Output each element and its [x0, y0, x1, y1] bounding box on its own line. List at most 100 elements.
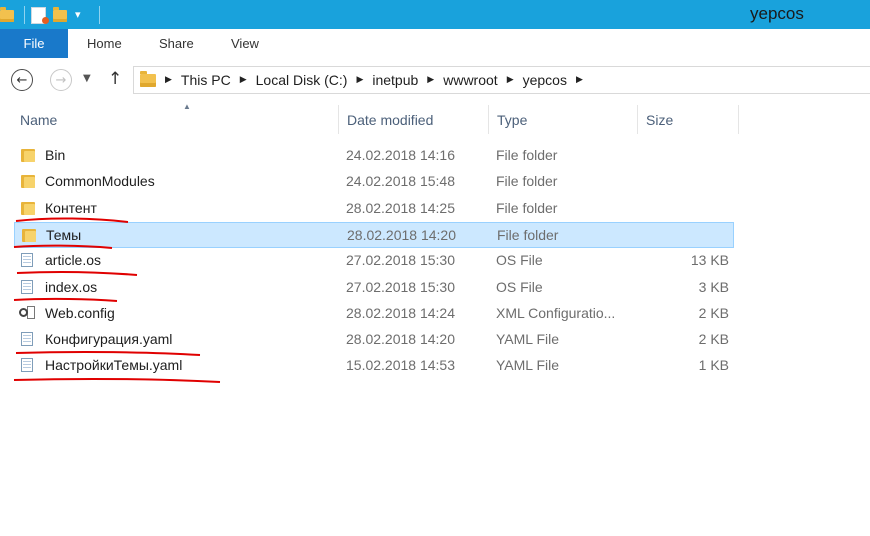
folder-icon [140, 70, 156, 87]
file-name: Bin [45, 147, 66, 163]
breadcrumb-chevron-icon[interactable]: ▶ [356, 75, 363, 85]
ribbon-tabs: File Home Share View [0, 29, 870, 59]
file-row[interactable]: index.os 27.02.2018 15:30 OS File 3 KB [14, 275, 734, 301]
file-date-modified: 24.02.2018 15:48 [346, 173, 455, 189]
file-row[interactable]: Конфигурация.yaml 28.02.2018 14:20 YAML Fi… [14, 327, 734, 353]
file-type: OS File [496, 252, 543, 268]
file-row[interactable]: Темы 28.02.2018 14:20 File folder [14, 222, 734, 248]
column-header-label: Name [20, 111, 58, 128]
properties-icon[interactable] [31, 7, 49, 24]
file-icon [19, 331, 35, 347]
breadcrumb-wwwroot[interactable]: wwwroot [443, 72, 497, 88]
file-name: Конфигурация.yaml [45, 331, 173, 347]
file-date-modified: 28.02.2018 14:24 [346, 305, 455, 321]
folder-icon[interactable] [0, 7, 16, 23]
file-name-cell: НастройкиТемы.yaml [19, 353, 182, 377]
file-date-modified: 28.02.2018 14:20 [346, 331, 455, 347]
file-name: Контент [45, 200, 97, 216]
file-icon [19, 279, 35, 295]
file-size: 2 KB [698, 305, 729, 321]
file-icon [19, 252, 35, 268]
file-row[interactable]: НастройкиТемы.yaml 15.02.2018 14:53 YAML F… [14, 353, 734, 379]
file-name-cell: article.os [19, 248, 101, 272]
breadcrumb-chevron-icon[interactable]: ▶ [240, 75, 247, 85]
file-name: index.os [45, 279, 98, 295]
file-date-modified: 24.02.2018 14:16 [346, 147, 455, 163]
column-header-size[interactable]: Size [638, 105, 739, 134]
file-type: YAML File [496, 331, 560, 347]
file-type: YAML File [496, 357, 560, 373]
window-title: yepcos [750, 4, 804, 23]
file-row[interactable]: article.os 27.02.2018 15:30 OS File 13 KB [14, 248, 734, 274]
file-type: File folder [496, 173, 558, 189]
breadcrumb-yepcos[interactable]: yepcos [523, 72, 567, 88]
file-date-modified: 27.02.2018 15:30 [346, 252, 455, 268]
quick-access-toolbar: ▾ [0, 3, 106, 27]
file-date-modified: 27.02.2018 15:30 [346, 279, 455, 295]
file-size: 1 KB [698, 357, 729, 373]
file-date-modified: 15.02.2018 14:53 [346, 357, 455, 373]
file-name: CommonModules [45, 173, 155, 189]
file-row[interactable]: Контент 28.02.2018 14:25 File folder [14, 196, 734, 222]
file-type: File folder [496, 200, 558, 216]
file-type: XML Configuratio... [496, 305, 616, 321]
file-name-cell: Web.config [19, 301, 115, 325]
new-folder-icon[interactable] [53, 7, 69, 23]
file-name: Темы [46, 227, 82, 243]
file-name-cell: Bin [19, 143, 65, 167]
column-header-date[interactable]: Date modified [339, 105, 489, 134]
file-size: 2 KB [698, 331, 729, 347]
folder-icon [19, 200, 35, 216]
file-date-modified: 28.02.2018 14:20 [347, 227, 456, 243]
file-name-cell: Темы [20, 223, 81, 247]
breadcrumb-local-disk[interactable]: Local Disk (C:) [256, 72, 348, 88]
file-name: article.os [45, 252, 102, 268]
file-row[interactable]: Bin 24.02.2018 14:16 File folder [14, 143, 734, 169]
file-name: НастройкиТемы.yaml [45, 357, 183, 373]
breadcrumb-chevron-icon[interactable]: ▶ [576, 75, 583, 85]
tab-view[interactable]: View [231, 29, 259, 58]
file-name-cell: Конфигурация.yaml [19, 327, 172, 351]
file-name-cell: Контент [19, 196, 97, 220]
tab-share[interactable]: Share [159, 29, 194, 58]
file-type: File folder [497, 227, 559, 243]
column-header-name[interactable]: Name ▲ [12, 102, 339, 134]
column-header-label: Type [497, 111, 528, 128]
file-name: Web.config [45, 305, 115, 321]
breadcrumb-this-pc[interactable]: This PC [181, 72, 231, 88]
breadcrumb-inetpub[interactable]: inetpub [372, 72, 418, 88]
folder-icon [19, 173, 35, 189]
navigation-bar: ← → ▼ ↑ ▶ This PC ▶ Local Disk (C:) ▶ in… [0, 58, 870, 102]
file-row[interactable]: CommonModules 24.02.2018 15:48 File folder [14, 169, 734, 195]
column-header-label: Date modified [347, 111, 434, 128]
folder-icon [19, 147, 35, 163]
recent-locations-chevron-icon[interactable]: ▼ [83, 73, 91, 84]
toolbar-divider [24, 6, 25, 24]
toolbar-divider [99, 6, 100, 24]
file-type: OS File [496, 279, 543, 295]
file-type: File folder [496, 147, 558, 163]
breadcrumb-chevron-icon[interactable]: ▶ [507, 75, 514, 85]
breadcrumb-chevron-icon[interactable]: ▶ [165, 75, 172, 85]
column-header-type[interactable]: Type [489, 105, 638, 134]
column-header-label: Size [646, 111, 674, 128]
file-name-cell: index.os [19, 275, 97, 299]
file-icon [19, 357, 35, 373]
breadcrumb-chevron-icon[interactable]: ▶ [427, 75, 434, 85]
file-name-cell: CommonModules [19, 169, 155, 193]
title-bar: ▾ yepcos [0, 0, 870, 29]
column-headers: Name ▲ Date modified Type Size [0, 102, 740, 134]
file-date-modified: 28.02.2018 14:25 [346, 200, 455, 216]
up-button[interactable]: ↑ [108, 69, 122, 89]
file-row[interactable]: Web.config 28.02.2018 14:24 XML Configurat… [14, 301, 734, 327]
tab-home[interactable]: Home [87, 29, 122, 58]
folder-icon [20, 227, 36, 243]
address-bar[interactable]: ▶ This PC ▶ Local Disk (C:) ▶ inetpub ▶ … [133, 66, 870, 94]
forward-button[interactable]: → [50, 69, 72, 91]
config-file-icon [19, 305, 35, 321]
back-button[interactable]: ← [11, 69, 33, 91]
tab-file[interactable]: File [0, 29, 68, 58]
annotation-underline [13, 377, 221, 383]
customize-toolbar-dropdown-icon[interactable]: ▾ [75, 7, 91, 23]
sort-ascending-icon: ▲ [183, 102, 191, 111]
